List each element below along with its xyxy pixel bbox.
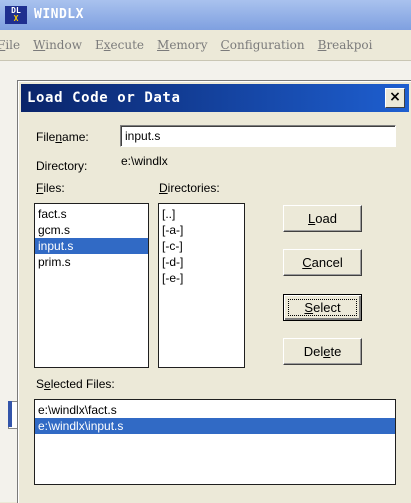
dir-item-a[interactable]: [-a-] <box>159 222 244 238</box>
menu-breakpoints-mnemonic: B <box>317 38 327 52</box>
files-label: Files: <box>36 181 65 195</box>
background-document-icon-bar <box>8 401 12 427</box>
dir-item-d[interactable]: [-d-] <box>159 254 244 270</box>
files-label-mnemonic: F <box>36 181 44 195</box>
select-button-focus-rect <box>288 299 357 316</box>
close-button[interactable]: × <box>385 88 405 108</box>
file-item-gcm[interactable]: gcm.s <box>35 222 148 238</box>
directory-label: Directory: <box>36 159 88 173</box>
filename-value: input.s <box>125 129 161 143</box>
cancel-button[interactable]: Cancel <box>283 249 362 276</box>
file-item-fact[interactable]: fact.s <box>35 206 148 222</box>
dir-item-parent[interactable]: [..] <box>159 206 244 222</box>
menu-execute-mnemonic: x <box>103 38 111 52</box>
menu-execute[interactable]: Execute <box>95 38 144 52</box>
menu-breakpoints[interactable]: Breakpoi <box>318 38 373 52</box>
dialog-title-bar[interactable]: Load Code or Data × <box>21 84 409 112</box>
files-list[interactable]: fact.s gcm.s input.s prim.s <box>34 203 149 368</box>
filename-label: Filename: <box>36 130 89 144</box>
cancel-button-mnemonic: C <box>302 255 312 270</box>
selected-file-item[interactable]: e:\windlx\input.s <box>35 418 395 434</box>
selected-files-label: Selected Files: <box>36 377 115 391</box>
directories-list[interactable]: [..] [-a-] [-c-] [-d-] [-e-] <box>158 203 245 368</box>
file-item-input[interactable]: input.s <box>35 238 148 254</box>
load-button[interactable]: Load <box>283 205 362 232</box>
menu-configuration[interactable]: Configuration <box>221 38 305 52</box>
filename-label-mnemonic: n <box>55 130 63 144</box>
menu-configuration-mnemonic: C <box>220 38 230 52</box>
filename-input[interactable]: input.s <box>120 125 396 147</box>
dialog-title: Load Code or Data <box>27 90 181 106</box>
directories-label-mnemonic: D <box>159 181 168 195</box>
file-item-prim[interactable]: prim.s <box>35 254 148 270</box>
menu-file[interactable]: File <box>0 38 20 52</box>
menu-window-mnemonic: W <box>33 38 46 52</box>
menu-memory-mnemonic: M <box>157 38 170 52</box>
delete-button[interactable]: Delete <box>283 338 362 365</box>
menu-bar: File Window Execute Memory Configuration Brea… <box>0 30 411 61</box>
load-button-mnemonic: L <box>308 211 316 226</box>
menu-memory[interactable]: Memory <box>157 38 208 52</box>
directory-value: e:\windlx <box>121 154 168 168</box>
delete-button-mnemonic: e <box>323 344 331 359</box>
load-dialog: Load Code or Data × Filename: input.s Di… <box>17 80 411 503</box>
selected-files-label-mnemonic: e <box>44 377 51 391</box>
menu-window[interactable]: Window <box>33 38 82 52</box>
windlx-app-icon[interactable]: DL X <box>5 6 27 24</box>
app-icon-text-bottom: X <box>13 14 19 23</box>
selected-files-list[interactable]: e:\windlx\fact.s e:\windlx\input.s <box>34 399 396 485</box>
app-title-bar: DL X WINDLX <box>0 0 411 30</box>
dir-item-e[interactable]: [-e-] <box>159 270 244 286</box>
selected-file-item[interactable]: e:\windlx\fact.s <box>35 402 395 418</box>
directories-label: Directories: <box>159 181 220 195</box>
dir-item-c[interactable]: [-c-] <box>159 238 244 254</box>
close-icon: × <box>389 89 401 105</box>
select-button[interactable]: Select <box>283 294 362 321</box>
app-title: WINDLX <box>34 7 84 22</box>
menu-file-mnemonic: F <box>0 38 5 52</box>
